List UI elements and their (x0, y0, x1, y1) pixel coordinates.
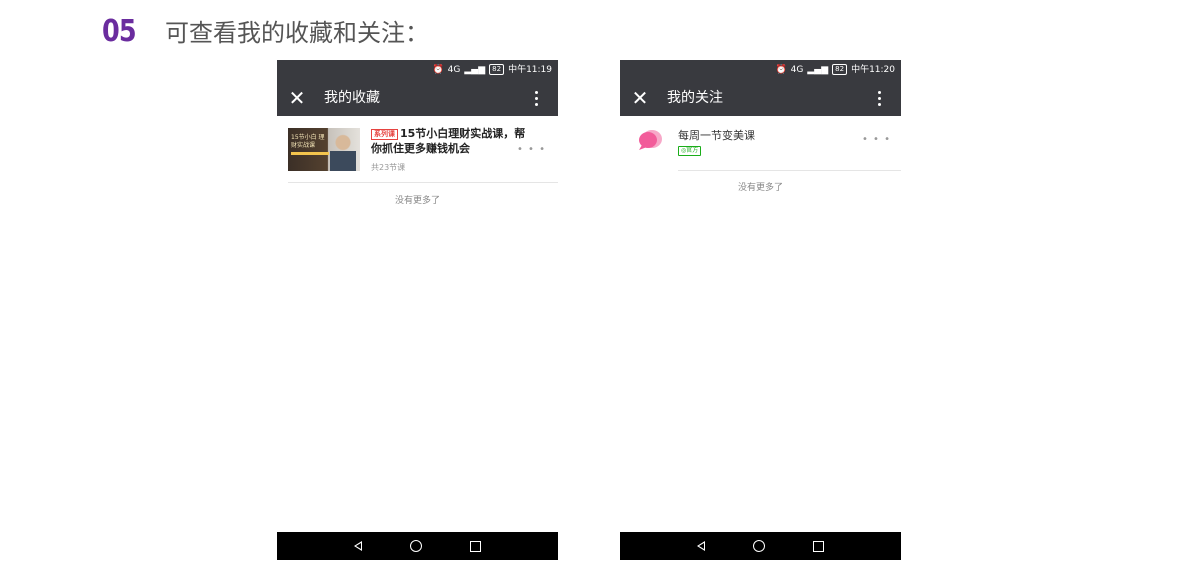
favorite-subtitle: 共23节课 (371, 163, 406, 172)
app-bar: ✕ 我的关注 (620, 80, 901, 116)
signal-bars-icon: ▂▄▆ (807, 64, 829, 75)
signal-icon: 4G (447, 64, 461, 75)
app-bar: ✕ 我的收藏 (277, 80, 558, 116)
phone-favorites: ⏰ 4G ▂▄▆ 82 中午11:19 ✕ 我的收藏 15节小白 理财实战课 系… (277, 60, 558, 560)
nav-home-icon[interactable] (410, 540, 422, 552)
account-name: 每周一节变美课 (678, 129, 755, 142)
nav-back-icon[interactable] (354, 541, 362, 551)
status-bar: ⏰ 4G ▂▄▆ 82 中午11:19 (277, 60, 558, 80)
more-horizontal-icon[interactable]: • • • (517, 144, 546, 155)
more-horizontal-icon[interactable]: • • • (862, 134, 891, 145)
no-more-text: 没有更多了 (394, 196, 440, 206)
page-title: 我的收藏 (324, 90, 380, 106)
signal-bars-icon: ▂▄▆ (464, 64, 486, 75)
thumbnail-strip (291, 152, 329, 155)
no-more-text: 没有更多了 (737, 183, 783, 193)
status-bar: ⏰ 4G ▂▄▆ 82 中午11:20 (620, 60, 901, 80)
nav-back-icon[interactable] (697, 541, 705, 551)
close-icon[interactable]: ✕ (285, 86, 309, 110)
nav-recent-icon[interactable] (813, 540, 824, 552)
more-vertical-icon[interactable] (867, 86, 891, 110)
android-navbar (277, 532, 558, 560)
battery-icon: 82 (489, 64, 505, 75)
page-title: 我的关注 (667, 90, 723, 106)
nav-home-icon[interactable] (753, 540, 765, 552)
android-navbar (620, 532, 901, 560)
avatar (639, 130, 662, 150)
alarm-icon: ⏰ (432, 64, 444, 75)
alarm-icon: ⏰ (775, 64, 787, 75)
favorite-item[interactable]: 15节小白 理财实战课 系列课 15节小白理财实战课，帮你抓住更多赚钱机会 共23… (288, 116, 558, 183)
close-icon[interactable]: ✕ (628, 86, 652, 110)
more-vertical-icon[interactable] (524, 86, 548, 110)
course-thumbnail: 15节小白 理财实战课 (288, 128, 360, 171)
divider (678, 170, 901, 171)
signal-icon: 4G (790, 64, 804, 75)
nav-recent-icon[interactable] (470, 540, 481, 552)
status-time: 中午11:20 (851, 64, 895, 75)
official-badge: ◎官方 (678, 146, 702, 156)
series-tag: 系列课 (371, 129, 398, 140)
status-time: 中午11:19 (508, 64, 552, 75)
favorite-title: 系列课 15节小白理财实战课，帮你抓住更多赚钱机会 (371, 126, 526, 156)
official-badge-label: 官方 (686, 147, 699, 154)
phone-following: ⏰ 4G ▂▄▆ 82 中午11:20 ✕ 我的关注 每周一节变美课 ◎官方 •… (620, 60, 901, 560)
page-heading: 可查看我的收藏和关注： (165, 19, 429, 47)
step-number: 05 (102, 14, 137, 49)
battery-icon: 82 (832, 64, 848, 75)
thumbnail-text: 15节小白 理财实战课 (291, 134, 325, 149)
thumbnail-person (330, 133, 356, 171)
following-item[interactable]: 每周一节变美课 ◎官方 • • • (620, 116, 901, 171)
